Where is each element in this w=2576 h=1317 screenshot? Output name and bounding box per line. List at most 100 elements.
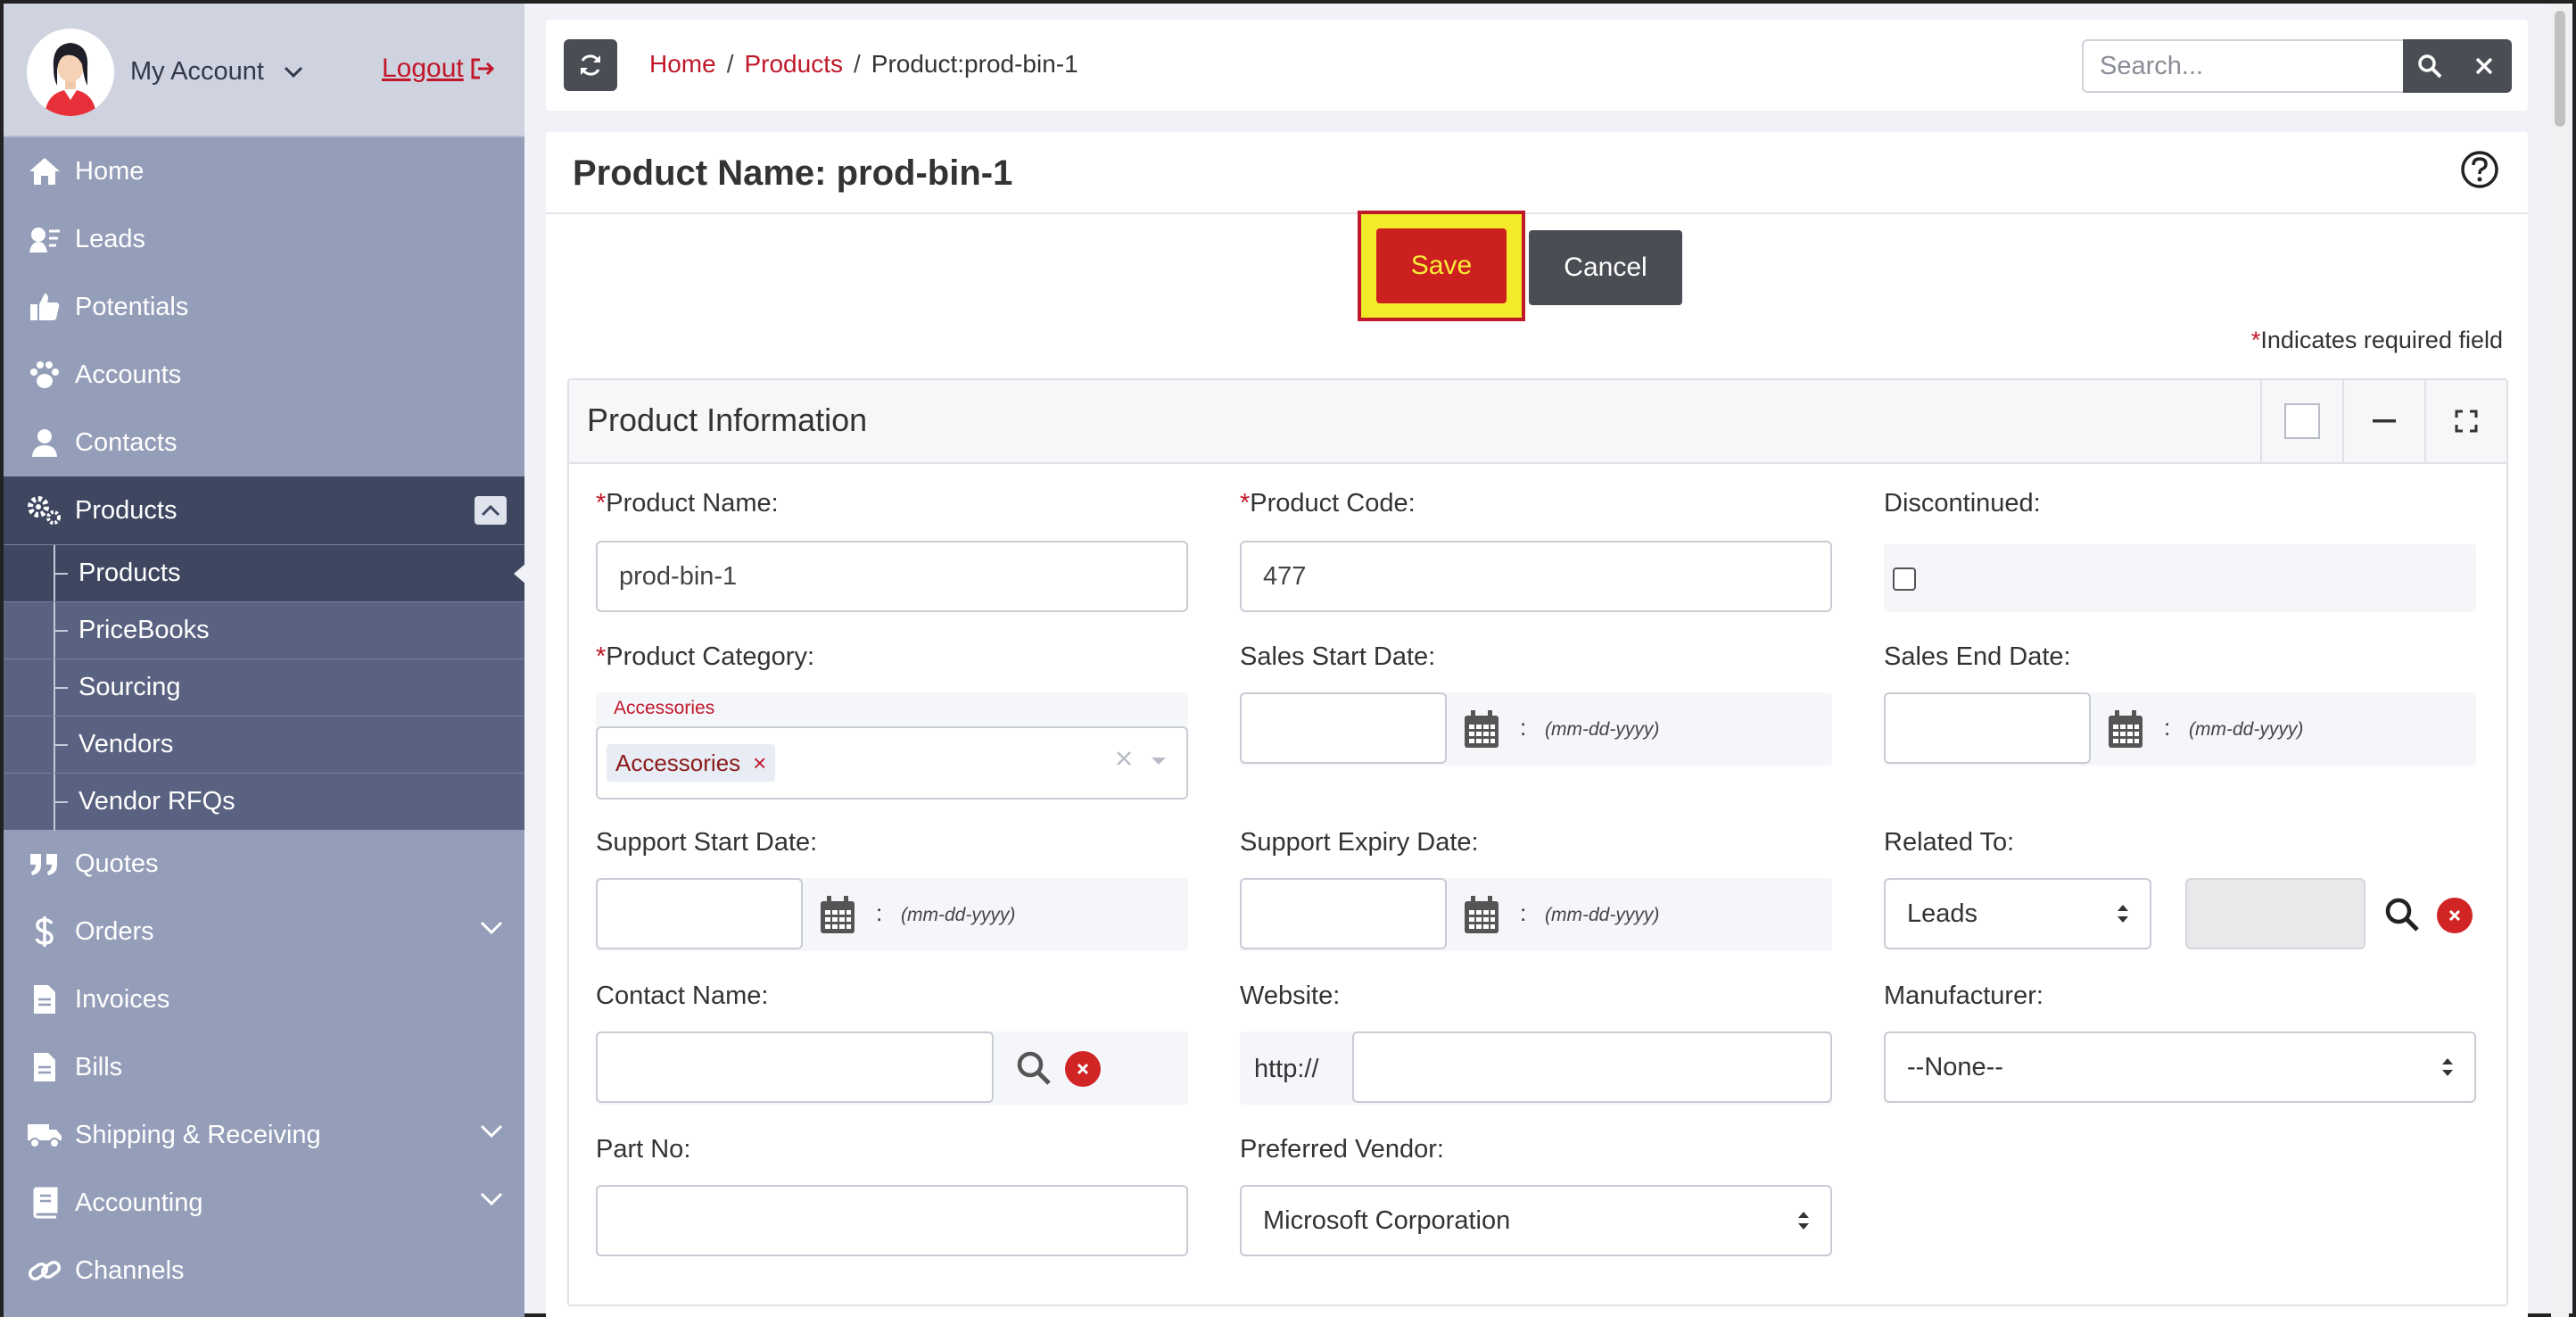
submenu-item-products[interactable]: Products [4, 544, 526, 602]
page-scrollbar[interactable] [2551, 4, 2569, 1317]
sidebar-item-contacts[interactable]: Contacts [4, 409, 524, 476]
sales-start-date-input[interactable] [1240, 692, 1447, 764]
website-label: Website: [1240, 982, 1341, 1010]
preferred-vendor-select[interactable]: Microsoft Corporation [1240, 1185, 1832, 1256]
product-code-input[interactable]: 477 [1240, 541, 1832, 612]
chevron-down-icon[interactable] [480, 1124, 503, 1139]
close-icon [2475, 57, 2493, 75]
sidebar-item-potentials[interactable]: Potentials [4, 273, 524, 341]
calendar-icon[interactable] [2107, 708, 2144, 750]
refresh-icon [581, 54, 600, 76]
select-arrows-icon [2440, 1055, 2455, 1080]
calendar-icon[interactable] [1463, 708, 1500, 750]
clear-contact-icon[interactable] [1065, 1051, 1101, 1087]
sidebar-item-quotes[interactable]: Quotes [4, 830, 524, 898]
clear-related-icon[interactable] [2437, 898, 2473, 933]
help-icon[interactable] [2460, 150, 2499, 189]
discontinued-label: Discontinued: [1884, 489, 2041, 518]
logout-label: Logout [382, 54, 464, 83]
breadcrumb-current: Product:prod-bin-1 [871, 50, 1078, 78]
save-button[interactable]: Save [1376, 228, 1507, 303]
sidebar-item-label: Orders [75, 916, 154, 946]
discontinued-checkbox[interactable] [1893, 567, 1916, 591]
required-star: * [596, 642, 607, 671]
fullscreen-icon [2455, 410, 2478, 433]
home-icon [27, 153, 62, 189]
logout-link[interactable]: Logout [382, 54, 496, 84]
breadcrumb: Home / Products / Product:prod-bin-1 [649, 50, 1078, 79]
sidebar-nav: Home Leads Potentials Accounts Contacts … [4, 137, 524, 544]
colon: : [1520, 899, 1527, 926]
manufacturer-select[interactable]: --None-- [1884, 1031, 2476, 1103]
required-note-text: Indicates required field [2260, 327, 2503, 353]
manufacturer-label: Manufacturer: [1884, 982, 2043, 1010]
select-section-checkbox[interactable] [2260, 380, 2342, 462]
sidebar-item-channels[interactable]: Channels [4, 1237, 524, 1305]
sidebar-item-accounting[interactable]: Accounting [4, 1169, 524, 1237]
manufacturer-value: --None-- [1907, 1052, 2003, 1081]
expand-section-button[interactable] [2424, 380, 2506, 462]
sidebar-item-accounts[interactable]: Accounts [4, 341, 524, 409]
search-icon[interactable] [2383, 896, 2421, 933]
chevron-up-icon[interactable] [475, 496, 507, 525]
calendar-icon[interactable] [1463, 894, 1500, 935]
scrollbar-thumb[interactable] [2555, 11, 2565, 127]
sales-end-date-input[interactable] [1884, 692, 2091, 764]
checkbox-square-icon [2284, 403, 2320, 439]
category-tag: Accessories × [607, 744, 776, 782]
search-button[interactable] [2403, 39, 2456, 93]
submenu-item-vendor-rfqs[interactable]: Vendor RFQs [4, 773, 524, 831]
clear-search-button[interactable] [2456, 39, 2512, 93]
contact-name-label: Contact Name: [596, 982, 769, 1010]
cancel-button[interactable]: Cancel [1529, 230, 1682, 305]
my-account-label[interactable]: My Account [130, 57, 264, 87]
submenu-item-pricebooks[interactable]: PriceBooks [4, 601, 524, 659]
logout-icon [469, 56, 496, 81]
title-row: Product Name: prod-bin-1 [546, 132, 2528, 214]
file-icon [27, 1049, 62, 1085]
dropdown-arrow-icon[interactable] [1151, 757, 1167, 766]
related-to-select[interactable]: Leads [1884, 878, 2151, 949]
truck-icon [27, 1117, 62, 1153]
product-name-input[interactable]: prod-bin-1 [596, 541, 1188, 612]
search-input[interactable] [2082, 39, 2405, 93]
select-arrows-icon [2116, 901, 2130, 926]
contact-name-input[interactable] [596, 1031, 994, 1103]
calendar-icon[interactable] [819, 894, 856, 935]
refresh-button[interactable] [564, 39, 617, 91]
remove-tag-icon[interactable]: × [753, 750, 766, 777]
search-icon[interactable] [1015, 1049, 1053, 1087]
sidebar-item-leads[interactable]: Leads [4, 205, 524, 273]
sidebar-item-label: Accounting [75, 1188, 203, 1217]
submenu-item-vendors[interactable]: Vendors [4, 716, 524, 774]
avatar[interactable] [27, 29, 114, 116]
collapse-section-button[interactable] [2342, 380, 2424, 462]
date-format-hint: (mm-dd-yyyy) [2189, 719, 2304, 740]
sidebar-item-bills[interactable]: Bills [4, 1033, 524, 1101]
sidebar-item-invoices[interactable]: Invoices [4, 965, 524, 1033]
part-no-label: Part No: [596, 1135, 691, 1164]
quote-icon [27, 846, 62, 882]
sidebar-item-orders[interactable]: Orders [4, 898, 524, 965]
thumbs-up-icon [27, 289, 62, 325]
support-start-date-input[interactable] [596, 878, 803, 949]
chevron-down-icon[interactable] [480, 921, 503, 935]
discontinued-row [1884, 544, 2476, 612]
sidebar-item-home[interactable]: Home [4, 137, 524, 205]
required-note: *Indicates required field [2251, 327, 2503, 354]
website-input[interactable] [1352, 1031, 1832, 1103]
submenu-item-sourcing[interactable]: Sourcing [4, 658, 524, 716]
part-no-input[interactable] [596, 1185, 1188, 1256]
sidebar-item-products[interactable]: Products [4, 476, 524, 544]
submenu-item-label: Vendor RFQs [78, 787, 235, 816]
submenu-item-label: Products [78, 559, 181, 587]
main-panel: Product Name: prod-bin-1 Save Cancel *In… [546, 132, 2528, 1317]
breadcrumb-home[interactable]: Home [649, 50, 716, 79]
sidebar-item-shipping-receiving[interactable]: Shipping & Receiving [4, 1101, 524, 1169]
breadcrumb-products[interactable]: Products [744, 50, 843, 79]
chevron-down-icon[interactable] [284, 66, 303, 79]
clear-select-icon[interactable] [1115, 750, 1133, 767]
chevron-down-icon[interactable] [480, 1192, 503, 1206]
support-expiry-date-input[interactable] [1240, 878, 1447, 949]
section-title: Product Information [587, 402, 868, 438]
